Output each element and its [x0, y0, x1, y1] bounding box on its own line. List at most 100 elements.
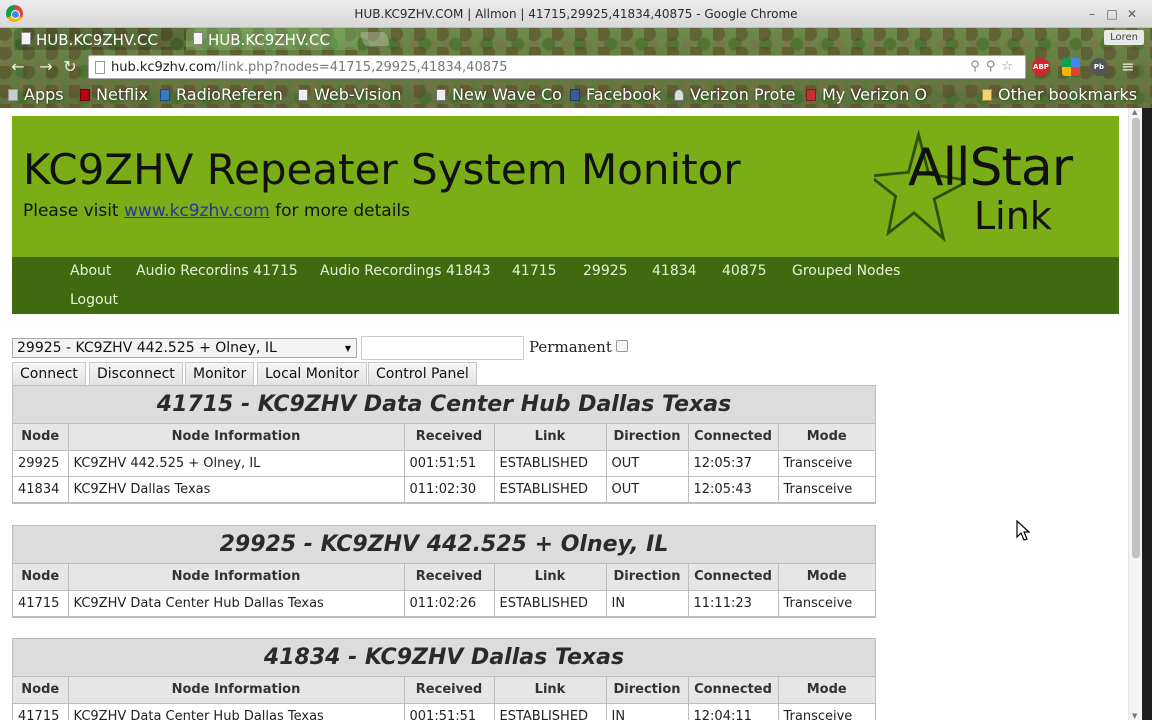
cell: ESTABLISHED	[493, 702, 607, 720]
menu-icon[interactable]: ≡	[1118, 57, 1138, 77]
permanent-label: Permanent	[529, 338, 612, 356]
site-link[interactable]: www.kc9zhv.com	[124, 201, 270, 221]
column-header: Connected	[687, 424, 779, 451]
cell: ESTABLISHED	[493, 589, 607, 617]
bookmark-netflix[interactable]: Netflix	[80, 85, 148, 104]
key-icon[interactable]: ⚲	[986, 59, 1002, 74]
cell: 001:51:51	[403, 449, 495, 477]
column-header: Node Information	[67, 424, 405, 451]
pushbullet-icon[interactable]: Pb	[1090, 58, 1108, 76]
cell: 011:02:30	[403, 475, 495, 503]
column-header: Node	[13, 424, 69, 451]
column-header: Received	[403, 677, 495, 704]
folder-icon	[982, 89, 992, 101]
menu-item-about[interactable]: About	[70, 263, 111, 279]
tab-label: HUB.KC9ZHV.CC	[208, 31, 330, 49]
url-host: hub.kc9zhv.com	[111, 60, 217, 75]
node-select[interactable]: 29925 - KC9ZHV 442.525 + Olney, IL ▼	[12, 338, 357, 358]
cell: Transceive	[777, 475, 875, 503]
bookmark-new-wave[interactable]: New Wave Co	[436, 85, 562, 104]
menu-item-audio-41715[interactable]: Audio Recordins 41715	[136, 263, 298, 279]
cell: Transceive	[777, 702, 875, 720]
page-scrollbar[interactable]: ▲ ▼	[1128, 108, 1142, 720]
node-panel: 41715 - KC9ZHV Data Center Hub Dallas Te…	[12, 385, 876, 504]
bookmark-label: New Wave Co	[452, 85, 562, 104]
table-header-row: Node Node Information Received Link Dire…	[13, 677, 875, 704]
profile-badge[interactable]: Loren	[1104, 30, 1144, 45]
table-header-row: Node Node Information Received Link Dire…	[13, 564, 875, 591]
window-title-bar: HUB.KC9ZHV.COM | Allmon | 41715,29925,41…	[0, 0, 1152, 28]
scroll-down-icon[interactable]: ▼	[1132, 712, 1137, 720]
monitor-button[interactable]: Monitor	[185, 362, 255, 386]
bookmark-label: RadioReferen	[176, 85, 283, 104]
permanent-checkbox[interactable]	[616, 340, 628, 352]
cell: KC9ZHV Dallas Texas	[67, 475, 405, 503]
logo-allstar-text: AllStar	[908, 138, 1073, 198]
bookmark-web-vision[interactable]: Web-Vision	[298, 85, 401, 104]
cell: 41715	[13, 589, 69, 617]
verizon-icon	[806, 89, 816, 101]
connections-table: Node Node Information Received Link Dire…	[13, 677, 875, 720]
column-header: Received	[403, 424, 495, 451]
search-icon[interactable]: ⚲	[970, 59, 986, 74]
table-row: 41834 KC9ZHV Dallas Texas 011:02:30 ESTA…	[13, 475, 875, 503]
menu-item-41715[interactable]: 41715	[512, 263, 557, 279]
new-tab-button[interactable]	[359, 32, 391, 46]
cell: Transceive	[777, 589, 875, 617]
node-panel-title: 41715 - KC9ZHV Data Center Hub Dallas Te…	[13, 386, 875, 424]
visit-prefix: Please visit	[23, 201, 119, 221]
back-arrow-icon[interactable]: ←	[8, 57, 28, 77]
cell: ESTABLISHED	[493, 449, 607, 477]
column-header: Direction	[605, 564, 689, 591]
connections-table: Node Node Information Received Link Dire…	[13, 564, 875, 617]
connect-button[interactable]: Connect	[12, 362, 86, 386]
adblock-icon[interactable]: ABP	[1032, 58, 1050, 76]
cell: OUT	[605, 449, 689, 477]
local-monitor-button[interactable]: Local Monitor	[257, 362, 367, 386]
address-bar[interactable]: hub.kc9zhv.com/link.php?nodes=41715,2992…	[88, 55, 1026, 79]
node-number-input[interactable]	[361, 336, 524, 360]
disconnect-button[interactable]: Disconnect	[89, 362, 183, 386]
menu-item-29925[interactable]: 29925	[583, 263, 628, 279]
main-menu: About Audio Recordins 41715 Audio Record…	[12, 257, 1119, 314]
browser-tab-active[interactable]: HUB.KC9ZHV.CC	[186, 28, 358, 50]
maximize-icon[interactable]: □	[1104, 6, 1120, 22]
scroll-up-icon[interactable]: ▲	[1132, 108, 1137, 116]
bookmark-verizon-protect[interactable]: Verizon Prote	[674, 85, 795, 104]
bookmark-label: My Verizon O	[822, 85, 927, 104]
bookmark-other[interactable]: Other bookmarks	[982, 85, 1137, 104]
allstar-link-logo: AllStar Link	[874, 126, 1104, 246]
forward-arrow-icon[interactable]: →	[36, 57, 56, 77]
cell: 29925	[13, 449, 69, 477]
star-icon[interactable]: ☆	[1001, 59, 1019, 74]
page-icon	[95, 61, 105, 74]
menu-item-audio-41843[interactable]: Audio Recordings 41843	[320, 263, 491, 279]
reload-icon[interactable]: ↻	[60, 57, 80, 77]
bookmark-my-verizon[interactable]: My Verizon O	[806, 85, 927, 104]
menu-item-41834[interactable]: 41834	[652, 263, 697, 279]
page-icon	[436, 89, 446, 101]
node-panel: 41834 - KC9ZHV Dallas Texas Node Node In…	[12, 638, 876, 720]
scrollbar-thumb[interactable]	[1132, 118, 1140, 558]
browser-tab[interactable]: HUB.KC9ZHV.CC	[14, 28, 186, 50]
extension-icon[interactable]	[1062, 58, 1080, 76]
url-path: /link.php?nodes=41715,29925,41834,40875	[216, 60, 508, 75]
page-title: KC9ZHV Repeater System Monitor	[23, 145, 741, 194]
bookmark-label: Apps	[24, 85, 64, 104]
control-panel-button[interactable]: Control Panel	[368, 362, 477, 386]
bookmark-label: Other bookmarks	[998, 85, 1138, 104]
node-select-value: 29925 - KC9ZHV 442.525 + Olney, IL	[17, 340, 277, 356]
column-header: Connected	[687, 564, 779, 591]
table-header-row: Node Node Information Received Link Dire…	[13, 424, 875, 451]
menu-item-40875[interactable]: 40875	[722, 263, 767, 279]
column-header: Mode	[777, 677, 875, 704]
tab-label: HUB.KC9ZHV.CC	[36, 31, 158, 49]
bookmark-apps[interactable]: Apps	[8, 85, 64, 104]
menu-item-logout[interactable]: Logout	[70, 292, 118, 308]
bookmark-facebook[interactable]: Facebook	[570, 85, 661, 104]
cell: 011:02:26	[403, 589, 495, 617]
close-icon[interactable]: ✕	[1124, 6, 1140, 22]
minimize-icon[interactable]: –	[1084, 6, 1100, 22]
bookmark-radioreference[interactable]: RadioReferen	[160, 85, 283, 104]
menu-item-grouped-nodes[interactable]: Grouped Nodes	[792, 263, 900, 279]
